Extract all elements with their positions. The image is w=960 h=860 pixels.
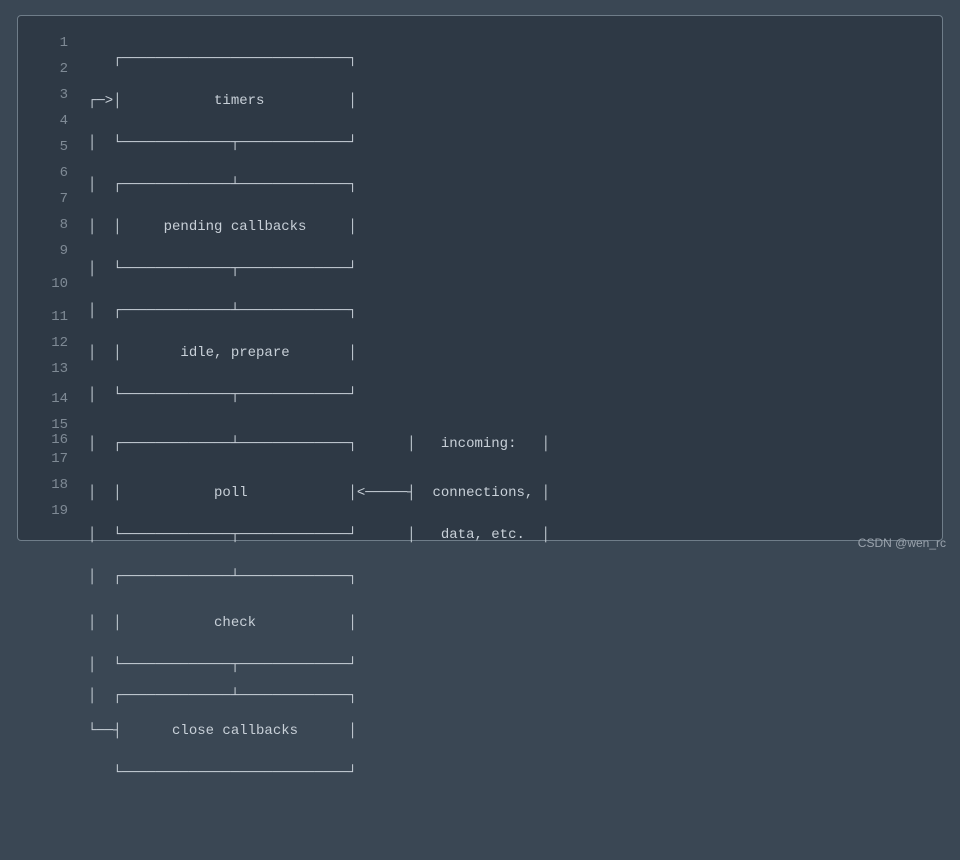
diagram-row: │ │ check │ bbox=[88, 606, 932, 640]
diagram-row: │ ┌─────────────┴─────────────┐ bbox=[88, 172, 932, 198]
diagram-row: │ │ pending callbacks │ bbox=[88, 214, 932, 240]
line-number: 10 bbox=[18, 264, 78, 304]
watermark: CSDN @wen_rc bbox=[858, 536, 946, 550]
diagram-row: ┌─>│ timers │ bbox=[88, 88, 932, 114]
line-number: 17 bbox=[18, 446, 78, 472]
diagram-row bbox=[88, 802, 932, 828]
diagram-row: └───────────────────────────┘ bbox=[88, 760, 932, 786]
stage-timers: timers bbox=[214, 93, 264, 109]
diagram-row: │ │ idle, prepare │ bbox=[88, 340, 932, 366]
stage-check: check bbox=[214, 615, 256, 631]
diagram-row: │ ┌─────────────┴─────────────┐ bbox=[88, 690, 932, 702]
stage-poll: poll bbox=[214, 485, 248, 501]
diagram-row: │ │ poll │<─────┤ connections, │ bbox=[88, 480, 932, 506]
line-number: 1 bbox=[18, 30, 78, 56]
line-number: 4 bbox=[18, 108, 78, 134]
diagram-row: ┌───────────────────────────┐ bbox=[88, 46, 932, 72]
incoming-data: data, etc. bbox=[441, 527, 525, 543]
line-number: 14 bbox=[18, 382, 78, 416]
line-number: 3 bbox=[18, 82, 78, 108]
incoming-label: incoming: bbox=[441, 436, 517, 452]
diagram-row: │ ┌─────────────┴─────────────┐ bbox=[88, 564, 932, 590]
stage-pending: pending callbacks bbox=[164, 219, 307, 235]
line-number: 13 bbox=[18, 356, 78, 382]
diagram-row: │ └─────────────┬─────────────┘ bbox=[88, 130, 932, 156]
line-number: 9 bbox=[18, 238, 78, 264]
stage-idle: idle, prepare bbox=[180, 345, 289, 361]
line-number: 15 bbox=[18, 416, 78, 434]
diagram-row: │ └─────────────┬─────────────┘ │ data, … bbox=[88, 522, 932, 548]
line-number: 18 bbox=[18, 472, 78, 498]
ascii-diagram: ┌───────────────────────────┐ ┌─>│ timer… bbox=[88, 30, 932, 526]
line-number: 5 bbox=[18, 134, 78, 160]
line-number: 11 bbox=[18, 304, 78, 330]
diagram-row: └──┤ close callbacks │ bbox=[88, 718, 932, 744]
line-number: 16 bbox=[18, 434, 78, 446]
diagram-row: │ └─────────────┬─────────────┘ bbox=[88, 256, 932, 282]
diagram-row: │ ┌─────────────┴─────────────┐ bbox=[88, 298, 932, 324]
line-number: 2 bbox=[18, 56, 78, 82]
diagram-row: │ └─────────────┬─────────────┘ bbox=[88, 382, 932, 408]
diagram-row: │ └─────────────┬─────────────┘ bbox=[88, 656, 932, 674]
stage-close: close callbacks bbox=[172, 723, 298, 739]
line-number: 8 bbox=[18, 212, 78, 238]
diagram-row: │ ┌─────────────┴─────────────┐ │ incomi… bbox=[88, 424, 932, 464]
incoming-connections: connections, bbox=[432, 485, 533, 501]
code-block-frame: 1 2 3 4 5 6 7 8 9 10 11 12 13 14 15 16 1… bbox=[17, 15, 943, 541]
line-number: 19 bbox=[18, 498, 78, 524]
line-number-gutter: 1 2 3 4 5 6 7 8 9 10 11 12 13 14 15 16 1… bbox=[18, 30, 78, 526]
line-number: 7 bbox=[18, 186, 78, 212]
line-number: 6 bbox=[18, 160, 78, 186]
line-number: 12 bbox=[18, 330, 78, 356]
